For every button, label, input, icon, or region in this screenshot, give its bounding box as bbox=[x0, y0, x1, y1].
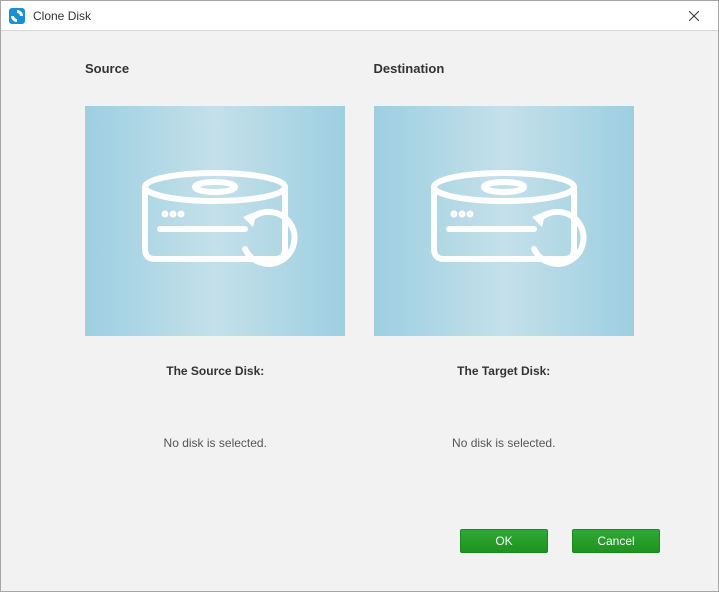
source-disk-status: No disk is selected. bbox=[164, 436, 267, 450]
source-header: Source bbox=[85, 61, 129, 76]
ok-button[interactable]: OK bbox=[460, 529, 548, 553]
window-title: Clone Disk bbox=[33, 9, 674, 23]
source-disk-tile[interactable] bbox=[85, 106, 345, 336]
disk-clone-icon bbox=[125, 159, 305, 284]
source-disk-label: The Source Disk: bbox=[166, 364, 264, 378]
cancel-button[interactable]: Cancel bbox=[572, 529, 660, 553]
titlebar: Clone Disk bbox=[1, 1, 718, 31]
destination-disk-label: The Target Disk: bbox=[457, 364, 550, 378]
close-button[interactable] bbox=[674, 2, 714, 30]
destination-header: Destination bbox=[374, 61, 445, 76]
dialog-footer: OK Cancel bbox=[31, 517, 688, 571]
columns: Source bbox=[31, 61, 688, 517]
disk-clone-icon bbox=[414, 159, 594, 284]
dialog-content: Source bbox=[1, 31, 718, 591]
clone-disk-dialog: Clone Disk Source bbox=[0, 0, 719, 592]
destination-column: Destination bbox=[370, 61, 639, 517]
destination-disk-status: No disk is selected. bbox=[452, 436, 555, 450]
app-icon bbox=[9, 8, 25, 24]
destination-disk-tile[interactable] bbox=[374, 106, 634, 336]
source-column: Source bbox=[81, 61, 350, 517]
